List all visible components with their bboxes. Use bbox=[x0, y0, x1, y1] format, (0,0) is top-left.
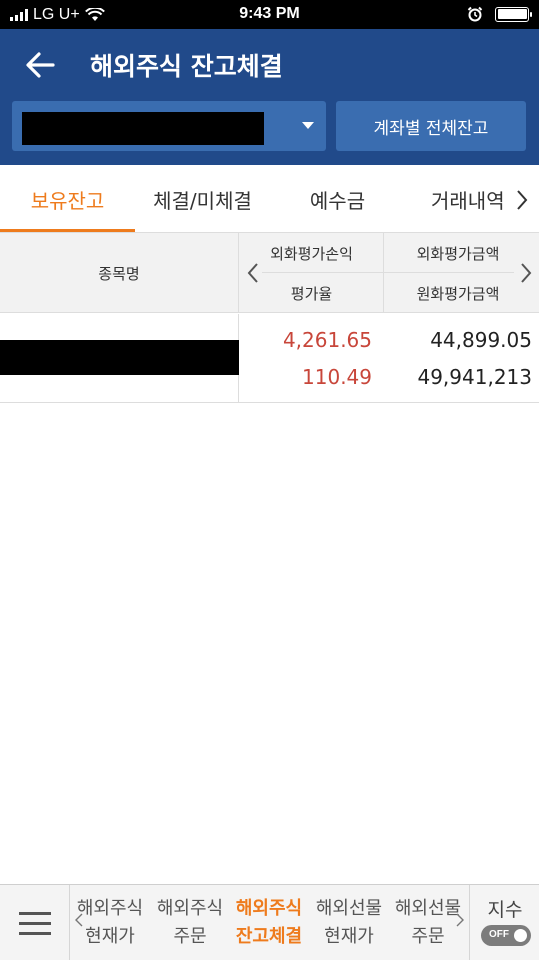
nav-item-overseas-stock-order[interactable]: 해외주식 주문 bbox=[150, 895, 230, 951]
tab-deposits[interactable]: 예수금 bbox=[270, 165, 405, 233]
nav-label: 해외선물 bbox=[315, 898, 383, 919]
page-title: 해외주식 잔고체결 bbox=[90, 52, 283, 81]
account-selector[interactable] bbox=[12, 101, 326, 151]
column-header-foreign-amount: 외화평가금액 bbox=[416, 244, 500, 263]
back-arrow-icon[interactable] bbox=[22, 47, 58, 83]
column-header-foreign-pl: 외화평가손익 bbox=[270, 244, 353, 263]
nav-label: 해외주식 bbox=[76, 898, 144, 919]
nav-item-overseas-futures-price[interactable]: 해외선물 현재가 bbox=[309, 895, 389, 951]
foreign-amount-value: 44,899.05 bbox=[430, 328, 532, 352]
nav-label: 주문 bbox=[173, 926, 207, 947]
status-bar: LG U+ 9:43 PM bbox=[0, 0, 539, 29]
column-header-eval-rate: 평가율 bbox=[290, 284, 333, 303]
index-toggle[interactable]: OFF bbox=[481, 925, 531, 946]
hamburger-menu-icon[interactable] bbox=[0, 885, 70, 960]
total-balance-button[interactable]: 계좌별 전체잔고 bbox=[336, 101, 526, 151]
nav-next-icon[interactable] bbox=[456, 913, 464, 927]
tab-transactions[interactable]: 거래내역 bbox=[405, 165, 523, 233]
battery-icon bbox=[495, 6, 532, 22]
alarm-icon bbox=[467, 6, 483, 22]
nav-item-overseas-stock-price[interactable]: 해외주식 현재가 bbox=[70, 895, 150, 951]
dropdown-arrow-icon bbox=[302, 122, 314, 129]
column-header-krw-amount: 원화평가금액 bbox=[416, 284, 500, 303]
nav-label: 주문 bbox=[411, 926, 445, 947]
bottom-nav: 해외주식 현재가 해외주식 주문 해외주식 잔고체결 해외선물 현재가 해외선물… bbox=[0, 884, 539, 960]
krw-amount-value: 49,941,213 bbox=[417, 365, 532, 389]
stock-name-cell bbox=[0, 314, 239, 402]
columns-next-icon[interactable] bbox=[519, 262, 533, 284]
app-header: 해외주식 잔고체결 계좌별 전체잔고 bbox=[0, 29, 539, 165]
redacted-stock-name bbox=[0, 340, 239, 375]
nav-label: 잔고체결 bbox=[235, 926, 303, 947]
tab-scroll-right-icon[interactable] bbox=[515, 189, 529, 211]
nav-label: 현재가 bbox=[85, 926, 135, 947]
nav-label: 해외주식 bbox=[156, 898, 224, 919]
index-label: 지수 bbox=[487, 899, 523, 921]
column-header-name: 종목명 bbox=[0, 233, 239, 313]
foreign-pl-value: 4,261.65 bbox=[282, 328, 372, 352]
redacted-account-number bbox=[22, 112, 264, 145]
nav-item-overseas-stock-balance[interactable]: 해외주식 잔고체결 bbox=[229, 895, 309, 951]
status-right bbox=[467, 6, 532, 22]
tab-executions[interactable]: 체결/미체결 bbox=[135, 165, 270, 233]
table-header: 종목명 외화평가손익 평가율 외화평가금액 원화평가금액 bbox=[0, 233, 539, 313]
index-panel: 지수 OFF bbox=[469, 885, 539, 960]
toggle-knob bbox=[514, 929, 527, 942]
nav-label: 현재가 bbox=[324, 926, 374, 947]
tab-holdings[interactable]: 보유잔고 bbox=[0, 165, 135, 233]
table-row[interactable]: 4,261.65 110.49 44,899.05 49,941,213 bbox=[0, 314, 539, 403]
tab-bar: 보유잔고 체결/미체결 예수금 거래내역 bbox=[0, 165, 539, 233]
nav-label: 해외주식 bbox=[235, 898, 303, 919]
toggle-state-label: OFF bbox=[489, 929, 509, 940]
eval-rate-value: 110.49 bbox=[302, 365, 372, 389]
clock: 9:43 PM bbox=[239, 5, 300, 22]
